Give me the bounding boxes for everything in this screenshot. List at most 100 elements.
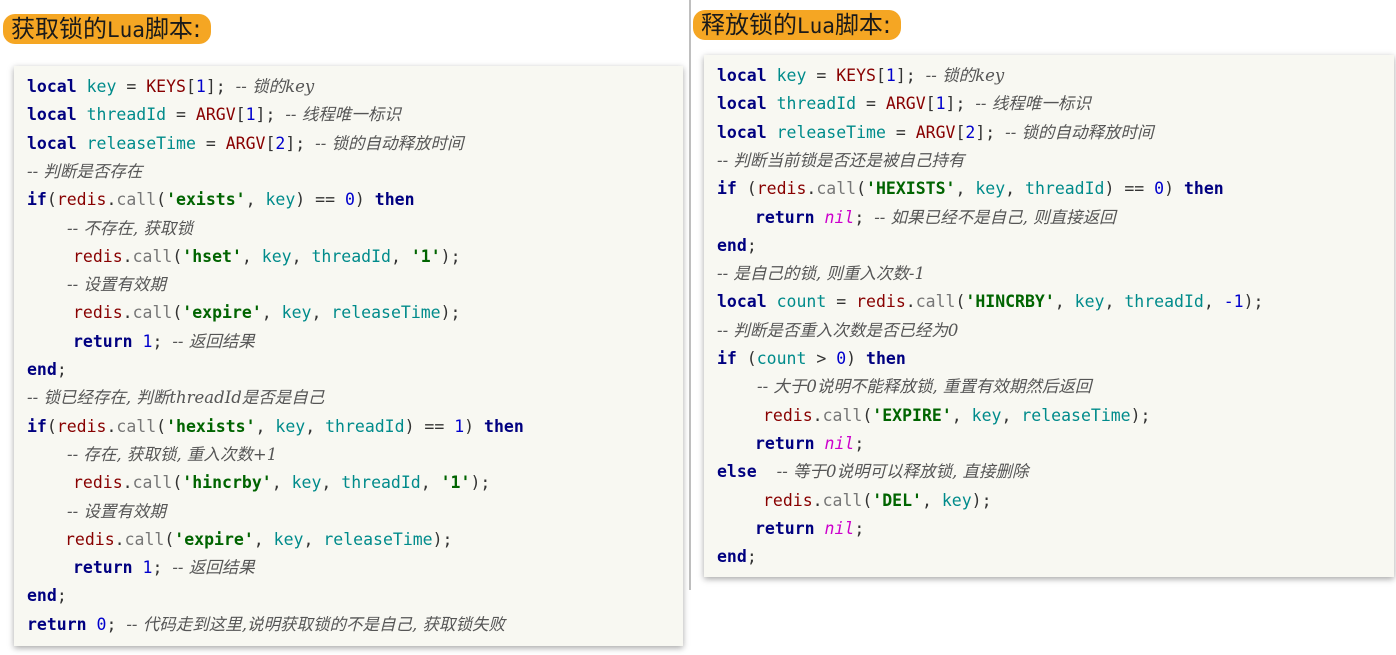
code-token-op [767, 123, 777, 142]
code-token-op: ) == [1104, 179, 1155, 199]
code-token-op: ( [955, 292, 966, 312]
code-line: end; [717, 232, 757, 260]
code-token-op: . [122, 303, 133, 323]
acquire-lock-heading: 获取锁的Lua脚本: [3, 14, 212, 44]
code-token-cm: -- 不存在, 获取锁 [67, 218, 193, 238]
code-token-var: releaseTime [323, 529, 433, 549]
code-token-cm: -- 设置有效期 [67, 501, 166, 521]
code-line: redis.call('expire', key, releaseTime); [73, 299, 461, 327]
code-line: -- 判断当前锁是否还是被自己持有 [717, 147, 964, 175]
code-token-op: ; [106, 614, 127, 634]
code-token-var: key [941, 490, 972, 510]
code-token-kw: end [27, 586, 57, 606]
code-token-op: [ [955, 122, 966, 142]
code-token-num: 2 [275, 133, 286, 153]
code-token-var: threadId [311, 246, 391, 266]
code-token-op [133, 332, 143, 351]
code-line: -- 判断是否存在 [27, 158, 142, 186]
code-token-op: , [1203, 292, 1224, 312]
code-token-fn: redis [73, 303, 123, 323]
code-token-op: ( [172, 303, 183, 323]
code-line: return nil; [755, 515, 864, 543]
code-token-str: 'HEXISTS' [866, 179, 956, 199]
code-token-fn: redis [763, 405, 813, 425]
code-token-kw: if [717, 179, 737, 199]
code-token-cm: -- 返回结果 [172, 558, 255, 578]
code-token-nil: nil [824, 433, 855, 453]
code-token-op: = [166, 105, 196, 125]
code-token-cm: -- 锁已经存在, 判断threadId是否是自己 [27, 388, 325, 408]
code-token-var: threadId [1025, 179, 1105, 199]
acquire-lock-code-block: local key = KEYS[1]; -- 锁的key local threa… [14, 66, 683, 646]
code-token-var: key [1074, 292, 1105, 312]
code-line: -- 判断是否重入次数是否已经为0 [717, 317, 958, 345]
code-token-op: . [806, 179, 817, 199]
code-token-op: . [106, 190, 117, 210]
column-divider [689, 0, 691, 590]
code-token-fn: redis [56, 416, 107, 436]
code-token-op: , [271, 473, 292, 493]
code-token-op: , [955, 179, 976, 199]
code-token-kw: return [755, 433, 815, 453]
code-line: -- 设置有效期 [67, 271, 166, 299]
code-token-str: '1' [410, 246, 441, 266]
code-token-var: threadId [325, 416, 405, 436]
code-token-str: 'expire' [182, 303, 262, 323]
code-token-var: releaseTime [331, 303, 441, 323]
code-token-kw: return [27, 614, 87, 634]
code-token-op: ; [56, 360, 67, 379]
code-line: local key = KEYS[1]; -- 锁的key [717, 62, 1004, 90]
code-token-call: call [915, 292, 956, 312]
code-token-op: [ [185, 77, 196, 96]
code-token-op: ( [172, 473, 183, 493]
heading-lua-text: Lua [797, 14, 835, 38]
code-token-op: ]; [895, 66, 926, 85]
code-token-kw: if [717, 349, 737, 368]
code-token-var: key [291, 473, 322, 493]
code-token-op: , [253, 529, 274, 549]
code-line: local threadId = ARGV[1]; -- 线程唯一标识 [27, 101, 401, 129]
code-line: local releaseTime = ARGV[2]; -- 锁的自动释放时间 [27, 130, 464, 158]
code-token-op: , [291, 246, 312, 266]
code-token-var: threadId [1124, 292, 1204, 312]
code-token-kw: return [73, 331, 133, 351]
code-token-kw: then [484, 416, 524, 436]
code-line: return 1; -- 返回结果 [73, 554, 255, 582]
code-token-var: releaseTime [1021, 405, 1131, 425]
code-token-op: ; [746, 547, 757, 567]
code-line: else -- 等于0说明可以释放锁, 直接删除 [717, 458, 1029, 486]
code-token-var: releaseTime [86, 133, 196, 153]
code-token-op: , [321, 473, 342, 493]
heading-text-suffix: 脚本: [834, 11, 892, 39]
code-token-op: ; [152, 558, 173, 578]
code-token-kw: local [27, 77, 77, 96]
code-token-glob: ARGV [885, 94, 926, 114]
code-token-kw: end [717, 547, 747, 567]
code-token-op: , [420, 473, 441, 493]
code-line: end; [717, 543, 757, 571]
heading-text-suffix: 脚本: [144, 15, 202, 43]
code-token-glob: KEYS [836, 66, 876, 85]
code-token-str: 'exists' [166, 190, 246, 210]
code-token-num: 0 [344, 190, 355, 210]
code-token-kw: then [866, 349, 906, 368]
code-token-kw: local [27, 105, 77, 125]
release-lock-code-block: local key = KEYS[1]; -- 锁的key local threa… [704, 55, 1394, 577]
code-token-var: threadId [776, 94, 857, 114]
code-token-op [133, 558, 143, 577]
code-token-op: , [241, 246, 262, 266]
code-token-op: ( [46, 416, 57, 436]
code-line: end; [27, 582, 67, 610]
code-token-op: = [856, 94, 886, 114]
code-token-op: ( [856, 179, 867, 199]
code-token-op: = [116, 77, 147, 96]
code-token-op: ; [152, 331, 173, 351]
code-token-str: 'hincrby' [182, 473, 272, 493]
code-token-kw: then [1183, 179, 1224, 199]
code-token-glob: ARGV [225, 133, 266, 153]
code-token-op: ; [746, 235, 757, 255]
code-token-op: , [951, 405, 972, 425]
code-token-op: ); [440, 246, 461, 266]
code-token-op: = [195, 133, 226, 153]
code-token-op: ]; [205, 77, 236, 96]
